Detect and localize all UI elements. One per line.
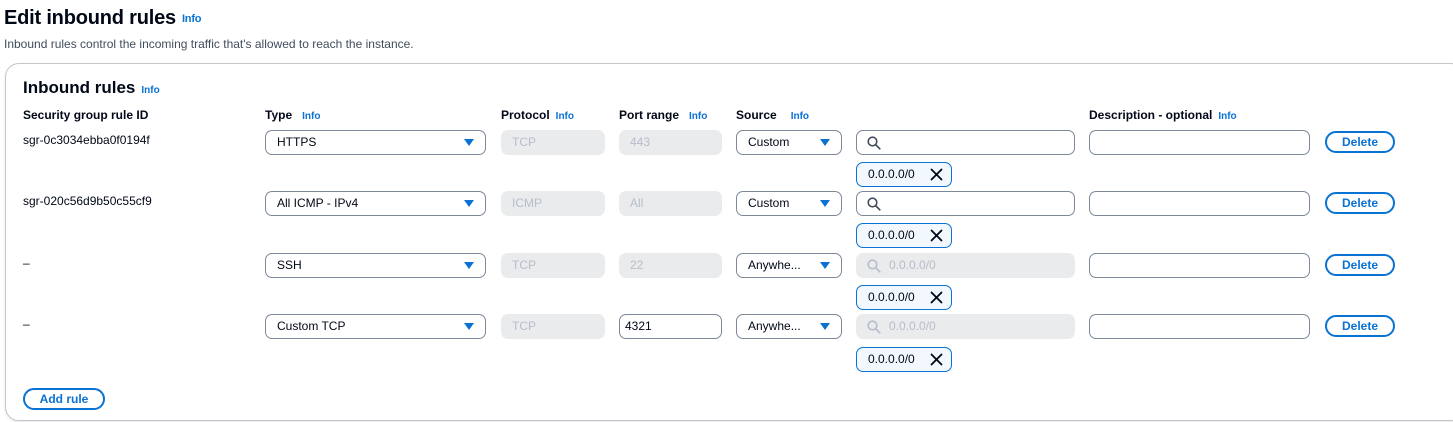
caret-down-icon (464, 323, 474, 330)
source-select-value: Custom (748, 135, 790, 149)
caret-down-icon (820, 200, 830, 207)
protocol-field: TCP (501, 130, 605, 155)
caret-down-icon (820, 323, 830, 330)
cidr-token: 0.0.0.0/0 (856, 347, 952, 372)
panel-title: Inbound rules Info (23, 78, 160, 98)
column-header-source: Source Info (736, 108, 809, 122)
column-header-rule-id: Security group rule ID (23, 108, 148, 122)
column-header-source-text: Source (736, 108, 777, 122)
page-info-link[interactable]: Info (182, 13, 202, 25)
source-select[interactable]: Custom (736, 130, 842, 155)
port-range-info-link[interactable]: Info (689, 111, 707, 122)
inbound-rules-panel: Inbound rules Info Security group rule ID… (5, 63, 1453, 421)
source-select-value: Anywhe... (748, 258, 801, 272)
cidr-token: 0.0.0.0/0 (856, 285, 952, 310)
type-select-value: Custom TCP (277, 319, 346, 333)
port-range-input[interactable]: 4321 (619, 314, 722, 339)
column-header-protocol: Protocol Info (501, 108, 574, 122)
source-info-link[interactable]: Info (791, 111, 809, 122)
cidr-search-input: 0.0.0.0/0 (856, 253, 1075, 278)
close-icon[interactable] (930, 229, 943, 242)
caret-down-icon (464, 262, 474, 269)
protocol-field: TCP (501, 253, 605, 278)
source-select-value: Anywhe... (748, 319, 801, 333)
type-select[interactable]: SSH (265, 253, 486, 278)
description-input[interactable] (1089, 130, 1310, 155)
column-header-rule-id-text: Security group rule ID (23, 108, 149, 122)
rule-id: sgr-0c3034ebba0f0194f (23, 133, 150, 147)
column-header-protocol-text: Protocol (501, 108, 550, 122)
delete-button[interactable]: Delete (1325, 254, 1395, 276)
port-range-field: All (619, 191, 722, 216)
search-icon (867, 197, 881, 211)
column-header-port-range-text: Port range (619, 108, 680, 122)
column-header-description-text: Description - optional (1089, 108, 1213, 122)
cidr-search-placeholder: 0.0.0.0/0 (889, 258, 936, 272)
column-header-port-range: Port range Info (619, 108, 707, 122)
caret-down-icon (820, 262, 830, 269)
description-input[interactable] (1089, 314, 1310, 339)
rule-id: – (23, 256, 30, 270)
cidr-token-label: 0.0.0.0/0 (868, 167, 915, 181)
description-info-link[interactable]: Info (1218, 111, 1236, 122)
delete-button[interactable]: Delete (1325, 315, 1395, 337)
close-icon[interactable] (930, 291, 943, 304)
port-range-field: 443 (619, 130, 722, 155)
cidr-search-input: 0.0.0.0/0 (856, 314, 1075, 339)
port-range-field: 22 (619, 253, 722, 278)
page-title-text: Edit inbound rules (4, 7, 176, 29)
type-select-value: All ICMP - IPv4 (277, 196, 359, 210)
cidr-token-label: 0.0.0.0/0 (868, 352, 915, 366)
add-rule-button[interactable]: Add rule (23, 388, 105, 410)
type-select[interactable]: Custom TCP (265, 314, 486, 339)
cidr-search-input[interactable] (856, 130, 1075, 155)
search-icon (867, 259, 881, 273)
column-header-description: Description - optional Info (1089, 108, 1237, 122)
panel-info-link[interactable]: Info (141, 85, 159, 96)
caret-down-icon (820, 139, 830, 146)
type-select-value: HTTPS (277, 135, 317, 149)
search-icon (867, 136, 881, 150)
delete-button[interactable]: Delete (1325, 131, 1395, 153)
panel-title-text: Inbound rules (23, 78, 136, 97)
cidr-token: 0.0.0.0/0 (856, 162, 952, 187)
cidr-search-placeholder: 0.0.0.0/0 (889, 319, 936, 333)
rule-id: – (23, 317, 30, 331)
cidr-search-input[interactable] (856, 191, 1075, 216)
page-description: Inbound rules control the incoming traff… (4, 37, 414, 51)
type-select[interactable]: HTTPS (265, 130, 486, 155)
search-icon (867, 320, 881, 334)
delete-button[interactable]: Delete (1325, 192, 1395, 214)
type-select[interactable]: All ICMP - IPv4 (265, 191, 486, 216)
source-select[interactable]: Anywhe... (736, 314, 842, 339)
column-header-type: Type Info (265, 108, 320, 122)
protocol-field: ICMP (501, 191, 605, 216)
close-icon[interactable] (930, 168, 943, 181)
close-icon[interactable] (930, 353, 943, 366)
caret-down-icon (464, 200, 474, 207)
cidr-token-label: 0.0.0.0/0 (868, 228, 915, 242)
description-input[interactable] (1089, 253, 1310, 278)
cidr-token: 0.0.0.0/0 (856, 223, 952, 248)
description-input[interactable] (1089, 191, 1310, 216)
source-select[interactable]: Custom (736, 191, 842, 216)
source-select-value: Custom (748, 196, 790, 210)
type-select-value: SSH (277, 258, 302, 272)
page-title: Edit inbound rules Info (4, 7, 202, 30)
source-select[interactable]: Anywhe... (736, 253, 842, 278)
caret-down-icon (464, 139, 474, 146)
column-header-type-text: Type (265, 108, 293, 122)
cidr-token-label: 0.0.0.0/0 (868, 290, 915, 304)
protocol-field: TCP (501, 314, 605, 339)
protocol-info-link[interactable]: Info (556, 111, 574, 122)
type-info-link[interactable]: Info (302, 111, 320, 122)
rule-id: sgr-020c56d9b50c55cf9 (23, 194, 152, 208)
